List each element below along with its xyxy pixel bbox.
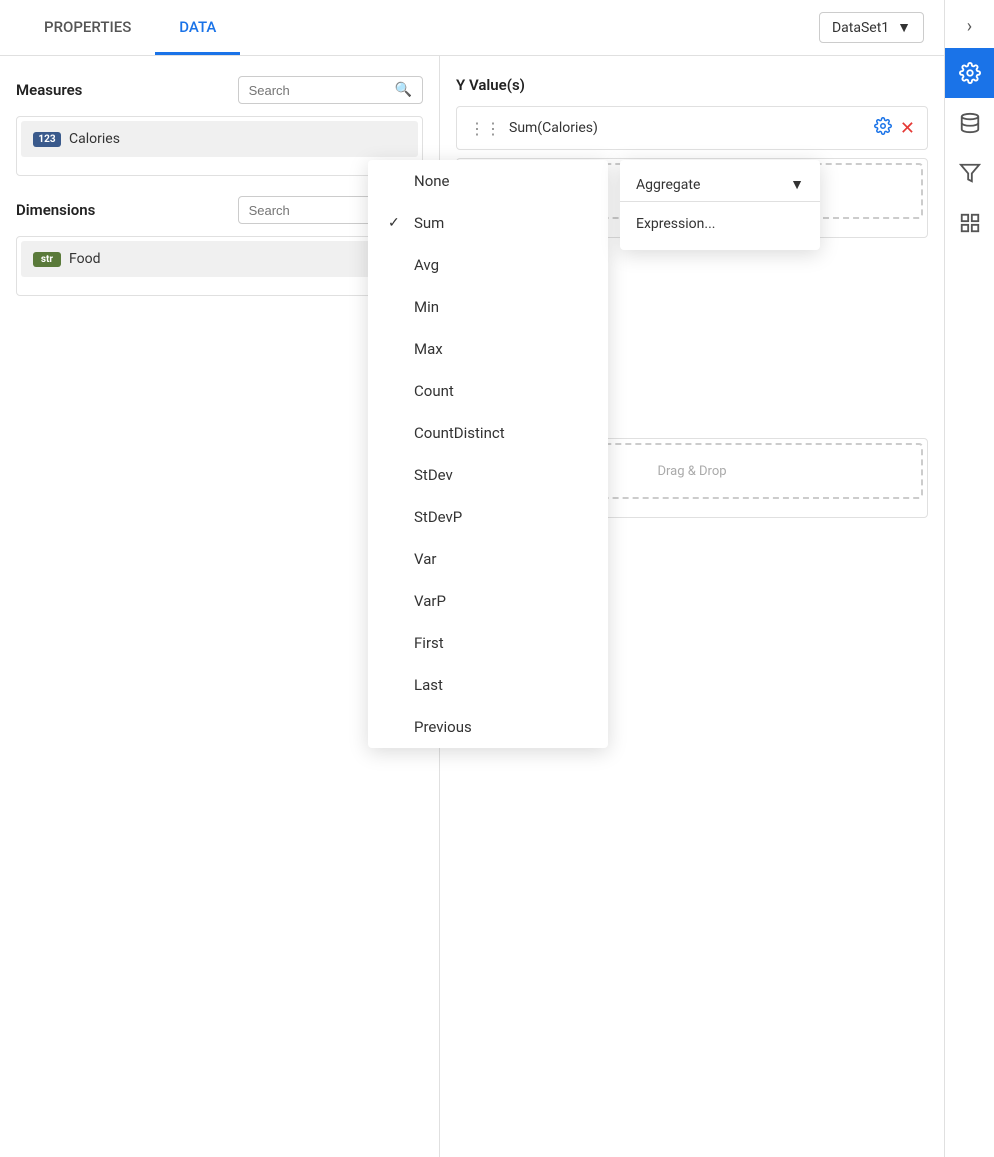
field-name-food: Food [69, 251, 100, 267]
measures-section-header: Measures 🔍 [16, 76, 423, 104]
sidebar: › [944, 0, 994, 1157]
dropdown-label-varp: VarP [414, 592, 446, 610]
dataset-dropdown-icon: ▼ [897, 19, 911, 36]
dropdown-label-min: Min [414, 298, 439, 316]
tab-data[interactable]: DATA [155, 2, 240, 55]
database-icon [959, 112, 981, 134]
gear-button[interactable] [874, 117, 892, 139]
sidebar-item-chart-settings[interactable] [945, 198, 994, 248]
measures-search-icon: 🔍 [395, 82, 412, 98]
dropdown-label-var: Var [414, 550, 436, 568]
tab-properties[interactable]: PROPERTIES [20, 2, 155, 55]
sidebar-item-database[interactable] [945, 98, 994, 148]
dropdown-item-none[interactable]: None [368, 160, 608, 202]
dropdown-item-countdistinct[interactable]: CountDistinct [368, 412, 608, 454]
dimensions-title: Dimensions [16, 201, 95, 219]
aggregate-sub-header: Aggregate ▼ [620, 168, 820, 202]
dropdown-label-avg: Avg [414, 256, 439, 274]
dropdown-label-previous: Previous [414, 718, 472, 736]
dropdown-item-previous[interactable]: Previous [368, 706, 608, 748]
dimensions-field-list: str Food [16, 236, 423, 296]
arrow-right-icon: › [967, 16, 972, 37]
dropdown-item-max[interactable]: Max [368, 328, 608, 370]
dropdown-label-sum: Sum [414, 214, 444, 232]
dropdown-label-last: Last [414, 676, 443, 694]
aggregate-sub-panel: Aggregate ▼ Expression... [620, 160, 820, 250]
field-badge-str: str [33, 252, 61, 267]
dropdown-item-varp[interactable]: VarP [368, 580, 608, 622]
aggregate-dropdown: None ✓ Sum Avg Min Max Count CountDistin… [368, 160, 608, 748]
dropdown-item-stdevp[interactable]: StDevP [368, 496, 608, 538]
dropdown-item-sum[interactable]: ✓ Sum [368, 202, 608, 244]
dimensions-section-header: Dimensions 🔍 [16, 196, 423, 224]
dropdown-item-var[interactable]: Var [368, 538, 608, 580]
dataset-selector[interactable]: DataSet1 ▼ [819, 12, 924, 43]
chart-settings-icon [959, 212, 981, 234]
dropdown-label-max: Max [414, 340, 443, 358]
dropdown-item-min[interactable]: Min [368, 286, 608, 328]
sidebar-item-settings[interactable] [945, 48, 994, 98]
measures-search-box[interactable]: 🔍 [238, 76, 423, 104]
close-button[interactable]: ✕ [900, 118, 915, 139]
sidebar-item-filter[interactable] [945, 148, 994, 198]
dropdown-item-count[interactable]: Count [368, 370, 608, 412]
field-item-food[interactable]: str Food [21, 241, 418, 277]
value-card-sum-calories: ⋮⋮ Sum(Calories) ✕ [456, 106, 928, 150]
value-card-right: ✕ [874, 117, 915, 139]
dropdown-label-countdistinct: CountDistinct [414, 424, 505, 442]
drag-handle-icon[interactable]: ⋮⋮ [469, 119, 501, 138]
dropdown-item-avg[interactable]: Avg [368, 244, 608, 286]
agg-expression-item[interactable]: Expression... [620, 206, 820, 242]
dropdown-label-count: Count [414, 382, 454, 400]
aggregate-header-label: Aggregate [636, 177, 700, 193]
filter-icon [959, 162, 981, 184]
dropdown-item-stdev[interactable]: StDev [368, 454, 608, 496]
measures-title: Measures [16, 81, 82, 99]
field-name-calories: Calories [69, 131, 120, 147]
aggregate-dropdown-arrow[interactable]: ▼ [790, 176, 804, 193]
y-values-label: Y Value(s) [456, 76, 928, 94]
header-tabs: PROPERTIES DATA [20, 2, 240, 54]
field-badge-123: 123 [33, 132, 61, 147]
gear-icon [959, 62, 981, 84]
dropdown-label-none: None [414, 172, 450, 190]
dataset-label: DataSet1 [832, 20, 889, 36]
measures-search-input[interactable] [249, 83, 389, 98]
value-name: Sum(Calories) [509, 120, 598, 136]
dropdown-label-first: First [414, 634, 444, 652]
dropdown-item-first[interactable]: First [368, 622, 608, 664]
value-card-left: ⋮⋮ Sum(Calories) [469, 119, 598, 138]
drag-drop-label-2: Drag & Drop [657, 464, 726, 479]
field-item-calories[interactable]: 123 Calories [21, 121, 418, 157]
sidebar-collapse-button[interactable]: › [950, 8, 990, 44]
measures-field-list: 123 Calories [16, 116, 423, 176]
expression-label: Expression... [636, 216, 715, 232]
dropdown-label-stdevp: StDevP [414, 508, 462, 526]
dropdown-item-last[interactable]: Last [368, 664, 608, 706]
check-sum: ✓ [388, 215, 404, 231]
dropdown-label-stdev: StDev [414, 466, 453, 484]
